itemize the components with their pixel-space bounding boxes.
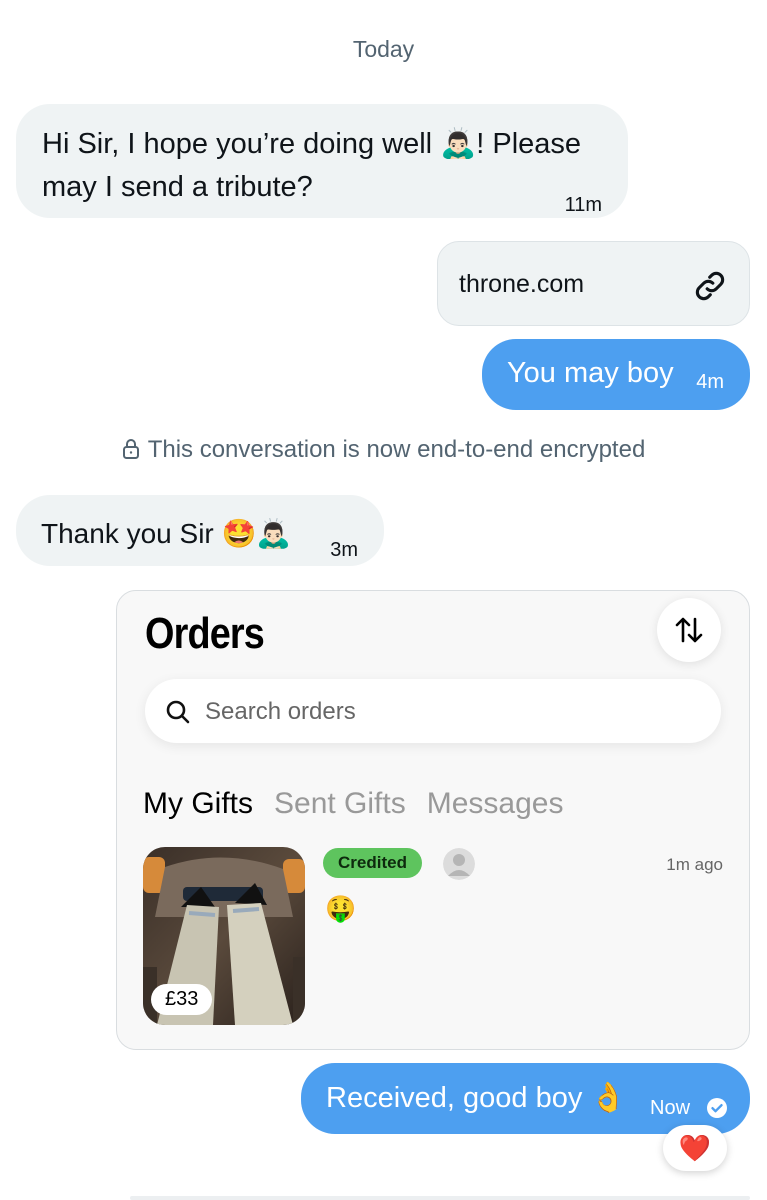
avatar (443, 848, 475, 880)
date-separator: Today (352, 36, 415, 62)
orders-screenshot-card[interactable]: Orders My Gifts Sent Gifts Messages (116, 590, 750, 1050)
link-icon (695, 271, 725, 301)
outgoing-message[interactable]: You may boy 4m (482, 339, 750, 410)
message-time: 4m (696, 371, 724, 393)
orders-title: Orders (145, 609, 265, 658)
orders-tabs: My Gifts Sent Gifts Messages (143, 787, 584, 821)
status-badge: Credited (323, 848, 422, 878)
message-text: Thank you Sir 🤩🙇🏻‍♂️ (41, 518, 292, 549)
heart-reaction[interactable]: ❤️ (663, 1125, 727, 1171)
message-time: 3m (330, 539, 358, 561)
encryption-text: This conversation is now end-to-end encr… (147, 436, 646, 463)
link-preview-card[interactable]: throne.com (437, 241, 750, 326)
outgoing-message[interactable]: Received, good boy 👌 Now (301, 1063, 750, 1134)
encryption-notice: This conversation is now end-to-end encr… (0, 436, 767, 464)
read-receipt-icon (707, 1098, 727, 1118)
message-text: You may boy (507, 357, 674, 389)
search-input[interactable] (203, 693, 687, 731)
search-icon (166, 700, 190, 724)
sort-button[interactable] (657, 598, 721, 662)
search-bar[interactable] (145, 679, 721, 743)
message-text: Received, good boy 👌 (326, 1082, 627, 1114)
order-time: 1m ago (666, 855, 723, 874)
incoming-message[interactable]: Thank you Sir 🤩🙇🏻‍♂️ 3m (16, 495, 384, 566)
message-text: Hi Sir, I hope you’re doing well 🙇🏻‍♂️! … (42, 128, 582, 203)
tab-my-gifts[interactable]: My Gifts (143, 787, 253, 821)
divider (130, 1196, 750, 1200)
message-time: Now (650, 1097, 691, 1119)
sort-arrows-icon (675, 617, 703, 643)
tab-messages[interactable]: Messages (427, 787, 564, 821)
gift-price: £33 (151, 984, 213, 1015)
lock-icon (122, 439, 139, 459)
gift-photo[interactable]: £33 (143, 847, 305, 1025)
tab-sent-gifts[interactable]: Sent Gifts (274, 787, 406, 821)
message-time: 11m (564, 194, 602, 216)
default-avatar-icon (443, 848, 475, 880)
link-label: throne.com (459, 270, 585, 298)
incoming-message[interactable]: Hi Sir, I hope you’re doing well 🙇🏻‍♂️! … (16, 104, 628, 218)
order-emoji: 🤑 (325, 895, 357, 923)
